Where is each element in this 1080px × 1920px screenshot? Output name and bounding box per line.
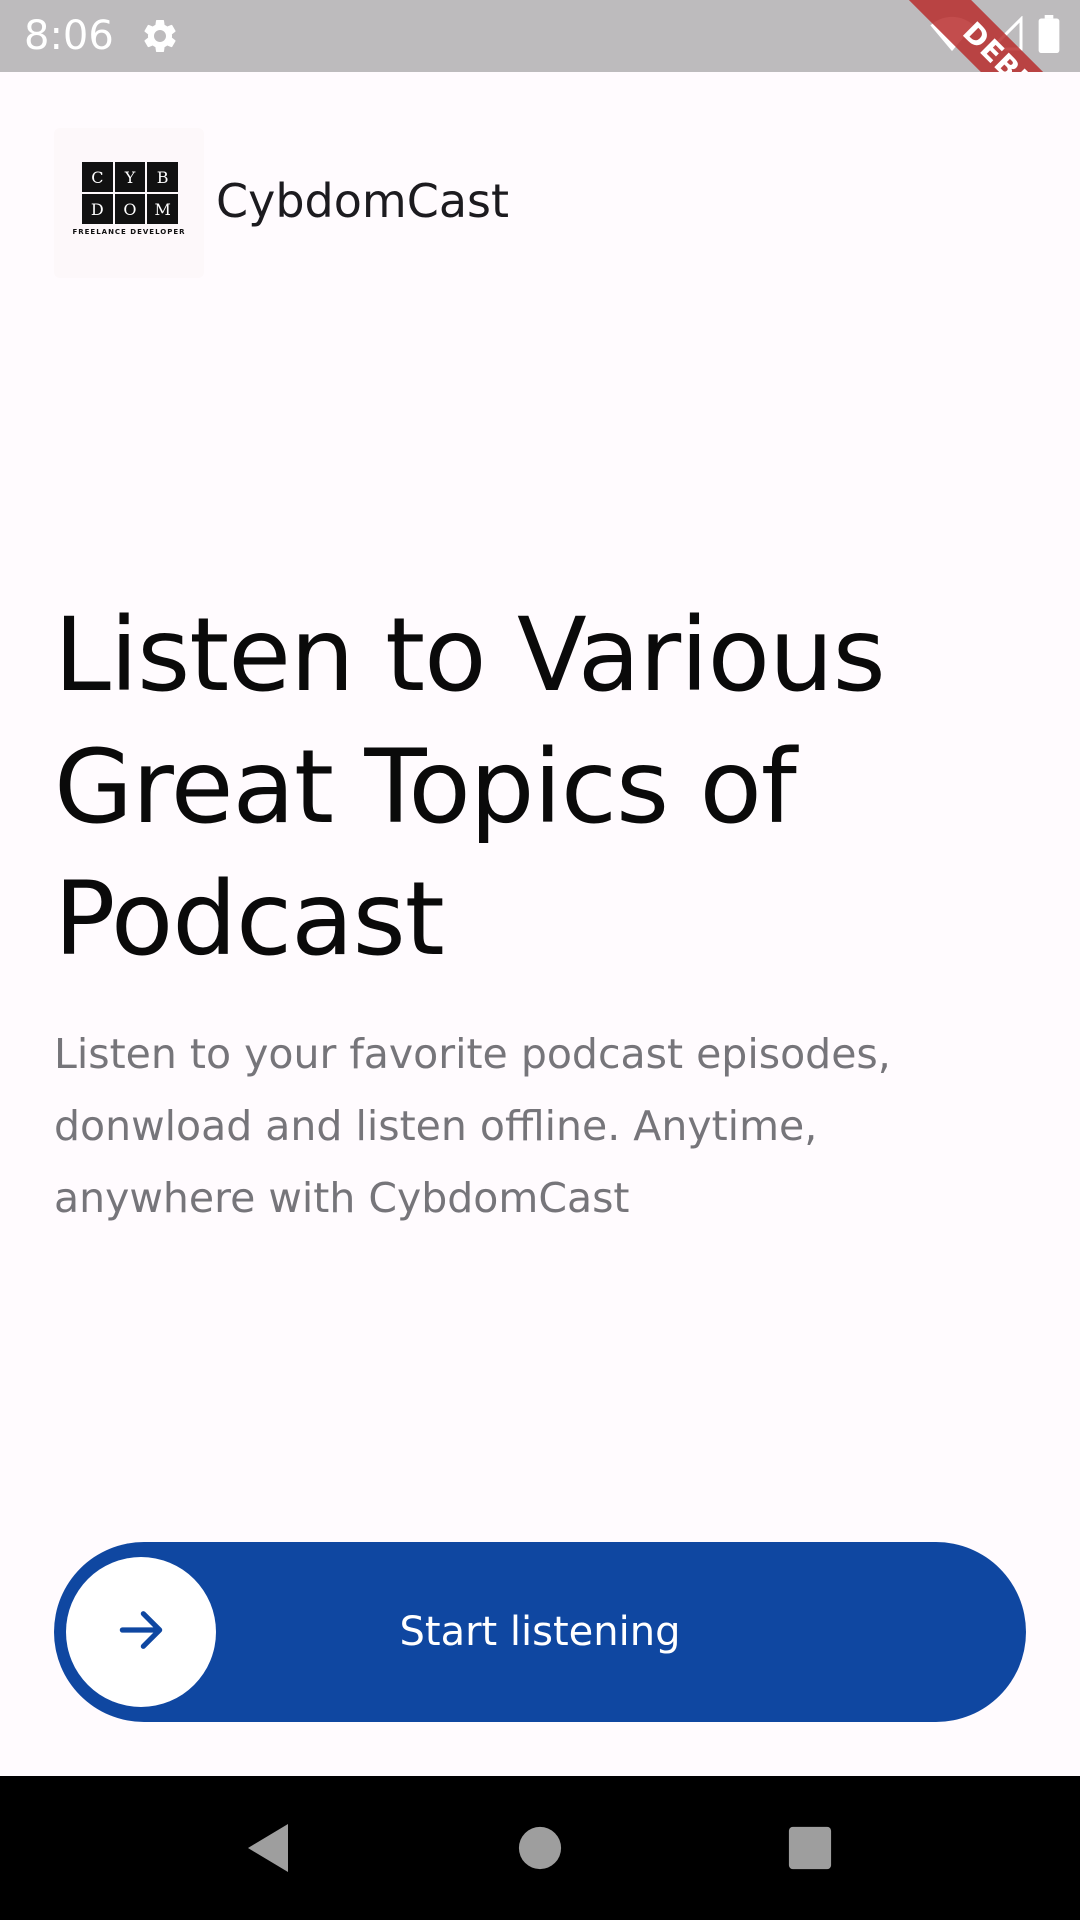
status-bar: 8:06 DEBUG [0,0,1080,72]
start-listening-button[interactable]: Start listening [54,1542,1026,1722]
page-title: Listen to Various Great Topics of Podcas… [54,596,886,979]
battery-icon [1038,15,1060,57]
logo-mark: C Y B D O M [82,162,178,224]
slider-knob[interactable] [66,1557,216,1707]
logo-letter: Y [114,162,146,192]
logo-letter: D [82,194,113,224]
recents-square-icon[interactable] [778,1816,842,1880]
logo-letter: C [82,162,113,192]
logo-letter: B [147,162,178,192]
page-subtitle: Listen to your favorite podcast episodes… [54,1030,891,1222]
logo-letter: O [114,194,146,224]
gear-icon [140,16,180,56]
back-triangle-icon[interactable] [236,1816,300,1880]
app-name: CybdomCast [216,174,510,228]
app-logo: C Y B D O M FREELANCE DEVELOPER [54,128,204,278]
system-nav-bar [0,1776,1080,1920]
logo-letter: M [147,194,178,224]
arrow-right-icon [113,1602,169,1662]
logo-tagline: FREELANCE DEVELOPER [72,228,186,236]
home-circle-icon[interactable] [508,1816,572,1880]
status-time: 8:06 [24,13,114,59]
